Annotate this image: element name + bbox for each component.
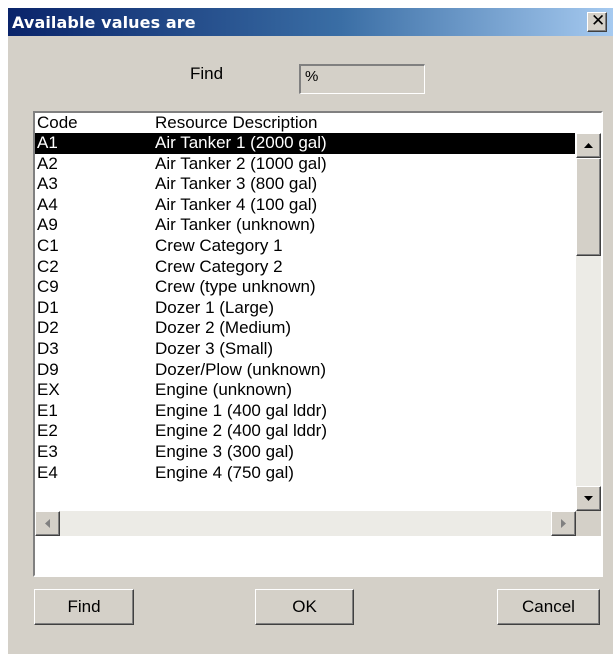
item-code: D3 <box>37 338 59 358</box>
list-item[interactable]: A1 Air Tanker 1 (2000 gal) <box>35 133 575 154</box>
item-code: C9 <box>37 277 59 297</box>
item-description: Air Tanker 1 (2000 gal) <box>155 133 327 152</box>
close-icon: ✕ <box>591 11 606 31</box>
item-code: A3 <box>37 174 58 194</box>
item-description: Engine 4 (750 gal) <box>155 462 294 482</box>
item-description: Crew Category 1 <box>155 235 283 255</box>
find-label: Find <box>190 64 224 83</box>
vertical-scrollbar[interactable] <box>576 133 601 511</box>
list-item[interactable]: A4 Air Tanker 4 (100 gal) <box>35 195 575 216</box>
window-title: Available values are <box>12 13 196 32</box>
item-description: Air Tanker (unknown) <box>155 215 316 235</box>
item-description: Dozer 3 (Small) <box>155 338 274 358</box>
scroll-down-button[interactable] <box>576 486 601 511</box>
values-list[interactable]: Code Resource Description A1 Air Tanker 1… <box>33 111 603 577</box>
scrollbar-corner <box>576 511 601 536</box>
list-item[interactable]: C2 Crew Category 2 <box>35 257 575 278</box>
column-header-code: Code <box>37 113 78 132</box>
column-header-description: Resource Description <box>155 113 318 132</box>
list-item[interactable]: A9 Air Tanker (unknown) <box>35 215 575 236</box>
item-description: Engine 3 (300 gal) <box>155 441 294 461</box>
item-code: E3 <box>37 441 58 461</box>
item-description: Crew (type unknown) <box>155 277 316 297</box>
title-bar[interactable]: Available values are ✕ <box>8 8 613 36</box>
cancel-button[interactable]: Cancel <box>497 589 600 625</box>
scroll-up-button[interactable] <box>576 133 601 158</box>
list-item[interactable]: E2 Engine 2 (400 gal lddr) <box>35 421 575 442</box>
item-code: D1 <box>37 297 59 317</box>
item-code: A1 <box>37 133 58 152</box>
arrow-left-icon <box>45 519 50 528</box>
dialog-window: Available values are ✕ Find % Code Resou… <box>8 8 613 654</box>
scroll-right-button[interactable] <box>551 511 576 536</box>
item-code: A2 <box>37 153 58 173</box>
item-code: D2 <box>37 318 59 338</box>
item-description: Engine 1 (400 gal lddr) <box>155 400 328 420</box>
arrow-right-icon <box>561 519 566 528</box>
item-code: C1 <box>37 235 59 255</box>
item-description: Engine (unknown) <box>155 380 293 400</box>
scroll-thumb[interactable] <box>576 158 601 256</box>
item-description: Air Tanker 2 (1000 gal) <box>155 153 327 173</box>
list-item[interactable]: E3 Engine 3 (300 gal) <box>35 442 575 463</box>
close-button[interactable]: ✕ <box>587 11 607 32</box>
arrow-down-icon <box>584 496 593 501</box>
item-code: EX <box>37 380 60 400</box>
item-description: Dozer 1 (Large) <box>155 297 275 317</box>
item-code: E4 <box>37 462 58 482</box>
item-description: Crew Category 2 <box>155 256 283 276</box>
list-item[interactable]: C9 Crew (type unknown) <box>35 277 575 298</box>
ok-button[interactable]: OK <box>255 589 354 625</box>
item-description: Air Tanker 4 (100 gal) <box>155 194 318 214</box>
list-rows: A1 Air Tanker 1 (2000 gal) A2 Air Tanker 2 … <box>35 133 575 483</box>
list-item[interactable]: EX Engine (unknown) <box>35 380 575 401</box>
scroll-left-button[interactable] <box>35 511 60 536</box>
item-code: A4 <box>37 194 58 214</box>
find-input[interactable]: % <box>299 64 425 94</box>
item-code: C2 <box>37 256 59 276</box>
list-item[interactable]: C1 Crew Category 1 <box>35 236 575 257</box>
arrow-up-icon <box>584 143 593 148</box>
find-button[interactable]: Find <box>34 589 134 625</box>
list-item[interactable]: D1 Dozer 1 (Large) <box>35 298 575 319</box>
list-item[interactable]: A3 Air Tanker 3 (800 gal) <box>35 174 575 195</box>
list-blank-area <box>35 536 601 575</box>
list-item[interactable]: D9 Dozer/Plow (unknown) <box>35 360 575 381</box>
list-header: Code Resource Description <box>35 113 601 133</box>
item-description: Dozer/Plow (unknown) <box>155 359 327 379</box>
item-description: Air Tanker 3 (800 gal) <box>155 174 318 194</box>
list-item[interactable]: E1 Engine 1 (400 gal lddr) <box>35 401 575 422</box>
item-description: Engine 2 (400 gal lddr) <box>155 421 328 441</box>
item-code: D9 <box>37 359 59 379</box>
list-item[interactable]: E4 Engine 4 (750 gal) <box>35 463 575 484</box>
item-code: E2 <box>37 421 58 441</box>
horizontal-scrollbar[interactable] <box>35 511 576 536</box>
item-description: Dozer 2 (Medium) <box>155 318 292 338</box>
list-item[interactable]: D2 Dozer 2 (Medium) <box>35 318 575 339</box>
item-code: E1 <box>37 400 58 420</box>
list-item[interactable]: A2 Air Tanker 2 (1000 gal) <box>35 154 575 175</box>
item-code: A9 <box>37 215 58 235</box>
list-item[interactable]: D3 Dozer 3 (Small) <box>35 339 575 360</box>
